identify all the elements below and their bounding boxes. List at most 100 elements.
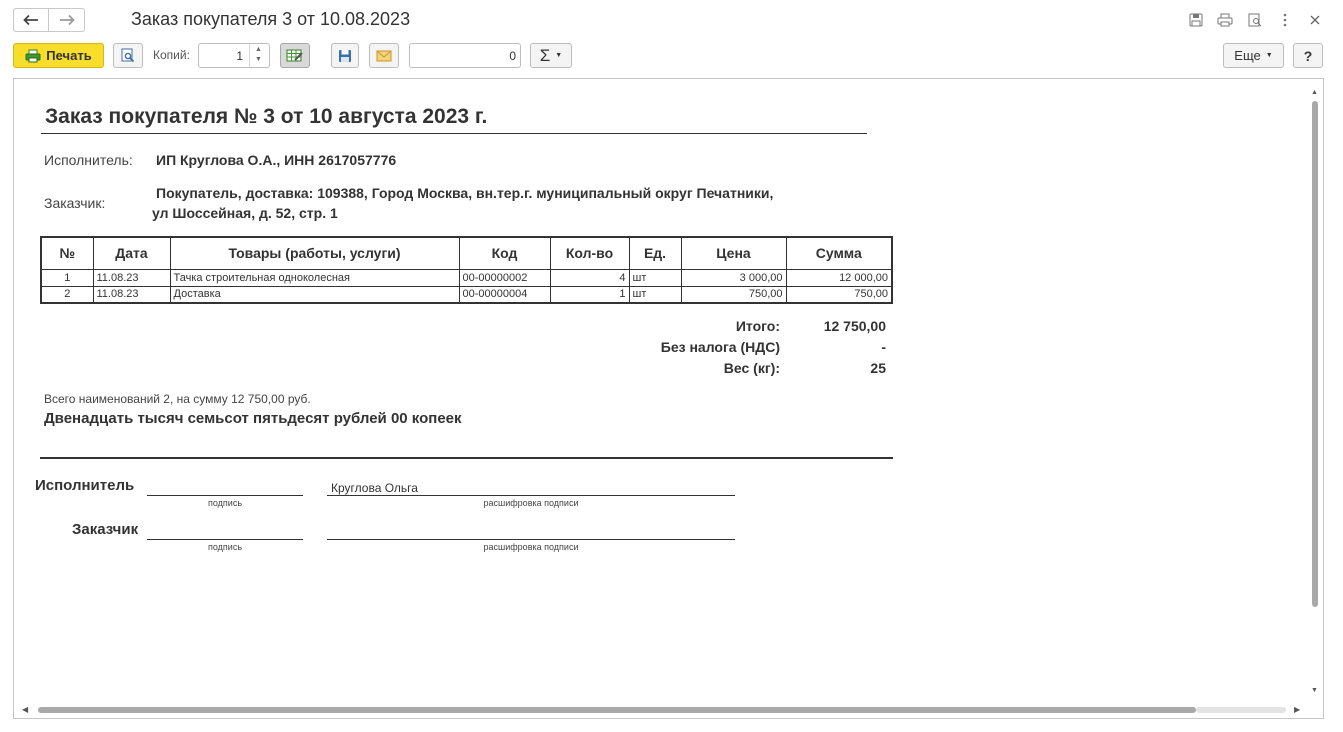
weight-value: 25 bbox=[870, 360, 886, 376]
cell-number: 2 bbox=[40, 285, 94, 304]
scroll-down-icon[interactable]: ▼ bbox=[1311, 687, 1318, 694]
cell-unit: шт bbox=[628, 268, 682, 287]
copies-stepper[interactable]: ▲ ▼ bbox=[249, 44, 269, 67]
help-icon: ? bbox=[1303, 47, 1313, 64]
horizontal-scroll-thumb[interactable] bbox=[38, 707, 1196, 713]
copies-input[interactable]: 1 ▲ ▼ bbox=[198, 43, 270, 68]
sum-value: 0 bbox=[509, 49, 516, 63]
vertical-scrollbar[interactable]: ▲ ▼ bbox=[1311, 89, 1319, 694]
performer-label: Исполнитель: bbox=[44, 152, 133, 168]
decoding-caption: расшифровка подписи bbox=[483, 542, 579, 552]
column-header: Дата bbox=[92, 236, 171, 270]
envelope-icon bbox=[376, 50, 392, 61]
save-icon[interactable] bbox=[1186, 10, 1206, 30]
performer-signature-role: Исполнитель bbox=[35, 477, 135, 494]
scroll-right-icon[interactable]: ▶ bbox=[1294, 705, 1300, 714]
separator-line bbox=[40, 457, 893, 459]
amount-in-words: Двенадцать тысяч семьсот пятьдесят рубле… bbox=[44, 410, 462, 427]
spin-down-icon[interactable]: ▼ bbox=[255, 56, 262, 63]
send-email-button[interactable] bbox=[369, 43, 399, 68]
printer-icon bbox=[25, 49, 41, 62]
document-title: Заказ покупателя № 3 от 10 августа 2023 … bbox=[45, 105, 488, 128]
cell-price: 3 000,00 bbox=[680, 268, 787, 287]
customer-label: Заказчик: bbox=[44, 195, 106, 211]
items-summary: Всего наименований 2, на сумму 12 750,00… bbox=[44, 392, 311, 406]
cell-quantity: 4 bbox=[549, 268, 630, 287]
cell-product: Доставка bbox=[169, 285, 460, 304]
performer-decoding-line bbox=[327, 495, 735, 496]
print-button[interactable]: Печать bbox=[13, 43, 104, 68]
save-button[interactable] bbox=[331, 43, 359, 68]
decoding-caption: расшифровка подписи bbox=[483, 498, 579, 508]
arrow-left-icon bbox=[23, 14, 38, 26]
customer-line-1: Покупатель, доставка: 109388, Город Моск… bbox=[156, 185, 774, 201]
cell-sum: 12 000,00 bbox=[785, 268, 893, 287]
more-button[interactable]: Еще ▼ bbox=[1223, 43, 1284, 68]
sum-value-field[interactable]: 0 bbox=[409, 43, 521, 68]
total-label: Итого: bbox=[735, 318, 780, 334]
column-header: Код bbox=[458, 236, 551, 270]
help-button[interactable]: ? bbox=[1293, 43, 1323, 68]
arrow-right-icon bbox=[59, 14, 75, 26]
document-viewer[interactable]: Заказ покупателя № 3 от 10 августа 2023 … bbox=[13, 78, 1324, 719]
chevron-down-icon: ▼ bbox=[1265, 52, 1273, 59]
table-row: 2 11.08.23 Доставка 00-00000004 1 шт 750… bbox=[40, 285, 893, 304]
back-button[interactable] bbox=[13, 8, 49, 32]
title-underline bbox=[41, 133, 867, 134]
preview-icon bbox=[121, 48, 135, 63]
vertical-scroll-thumb[interactable] bbox=[1312, 101, 1318, 607]
items-table: № Дата Товары (работы, услуги) Код Кол-в… bbox=[40, 236, 893, 304]
column-header: Сумма bbox=[785, 236, 893, 270]
cell-quantity: 1 bbox=[549, 285, 630, 304]
cell-date: 11.08.23 bbox=[92, 285, 171, 304]
weight-label: Вес (кг): bbox=[723, 360, 780, 376]
performer-signature-name: Круглова Ольга bbox=[331, 481, 418, 495]
cell-date: 11.08.23 bbox=[92, 268, 171, 287]
horizontal-scrollbar[interactable]: ◀ ▶ bbox=[22, 705, 1302, 714]
table-edit-icon bbox=[286, 49, 303, 62]
customer-signature-role: Заказчик bbox=[72, 521, 139, 538]
cell-code: 00-00000002 bbox=[458, 268, 551, 287]
cell-unit: шт bbox=[628, 285, 682, 304]
more-button-label: Еще bbox=[1234, 48, 1261, 63]
signature-caption: подпись bbox=[207, 542, 243, 552]
cell-price: 750,00 bbox=[680, 285, 787, 304]
performer-signature-line bbox=[147, 495, 303, 496]
more-dots-icon[interactable] bbox=[1275, 10, 1295, 30]
spin-up-icon[interactable]: ▲ bbox=[255, 46, 262, 53]
floppy-disk-icon bbox=[339, 49, 351, 62]
cell-sum: 750,00 bbox=[785, 285, 893, 304]
customer-decoding-line bbox=[327, 539, 735, 540]
edit-mode-button[interactable] bbox=[280, 43, 310, 68]
copies-label: Копий: bbox=[153, 48, 190, 62]
cell-product: Тачка строительная одноколесная bbox=[169, 268, 460, 287]
column-header: Товары (работы, услуги) bbox=[169, 236, 460, 270]
horizontal-scroll-track[interactable] bbox=[1196, 707, 1286, 713]
column-header: Кол-во bbox=[549, 236, 630, 270]
vat-label: Без налога (НДС) bbox=[660, 339, 780, 355]
cell-code: 00-00000004 bbox=[458, 285, 551, 304]
signature-caption: подпись bbox=[207, 498, 243, 508]
total-value: 12 750,00 bbox=[823, 318, 886, 334]
column-header: Ед. bbox=[628, 236, 682, 270]
performer-value: ИП Круглова О.А., ИНН 2617057776 bbox=[156, 152, 397, 168]
sum-menu-button[interactable]: Σ ▼ bbox=[530, 43, 572, 68]
preview-icon[interactable] bbox=[1245, 10, 1265, 30]
scroll-up-icon[interactable]: ▲ bbox=[1311, 89, 1318, 96]
column-header: № bbox=[40, 236, 94, 270]
table-row: 1 11.08.23 Тачка строительная одноколесн… bbox=[40, 268, 893, 287]
customer-signature-line bbox=[147, 539, 303, 540]
window-title: Заказ покупателя 3 от 10.08.2023 bbox=[131, 9, 411, 29]
vat-value: - bbox=[881, 339, 886, 355]
print-button-label: Печать bbox=[46, 48, 92, 63]
close-icon[interactable] bbox=[1305, 10, 1325, 30]
scroll-left-icon[interactable]: ◀ bbox=[22, 705, 28, 714]
sigma-icon: Σ bbox=[539, 45, 551, 65]
chevron-down-icon: ▼ bbox=[555, 52, 563, 59]
table-header-row: № Дата Товары (работы, услуги) Код Кол-в… bbox=[40, 236, 893, 270]
print-preview-button[interactable] bbox=[113, 43, 143, 68]
forward-button[interactable] bbox=[49, 8, 85, 32]
copies-value: 1 bbox=[236, 49, 243, 63]
customer-line-2: ул Шоссейная, д. 52, стр. 1 bbox=[152, 205, 338, 221]
printer-icon[interactable] bbox=[1215, 10, 1235, 30]
